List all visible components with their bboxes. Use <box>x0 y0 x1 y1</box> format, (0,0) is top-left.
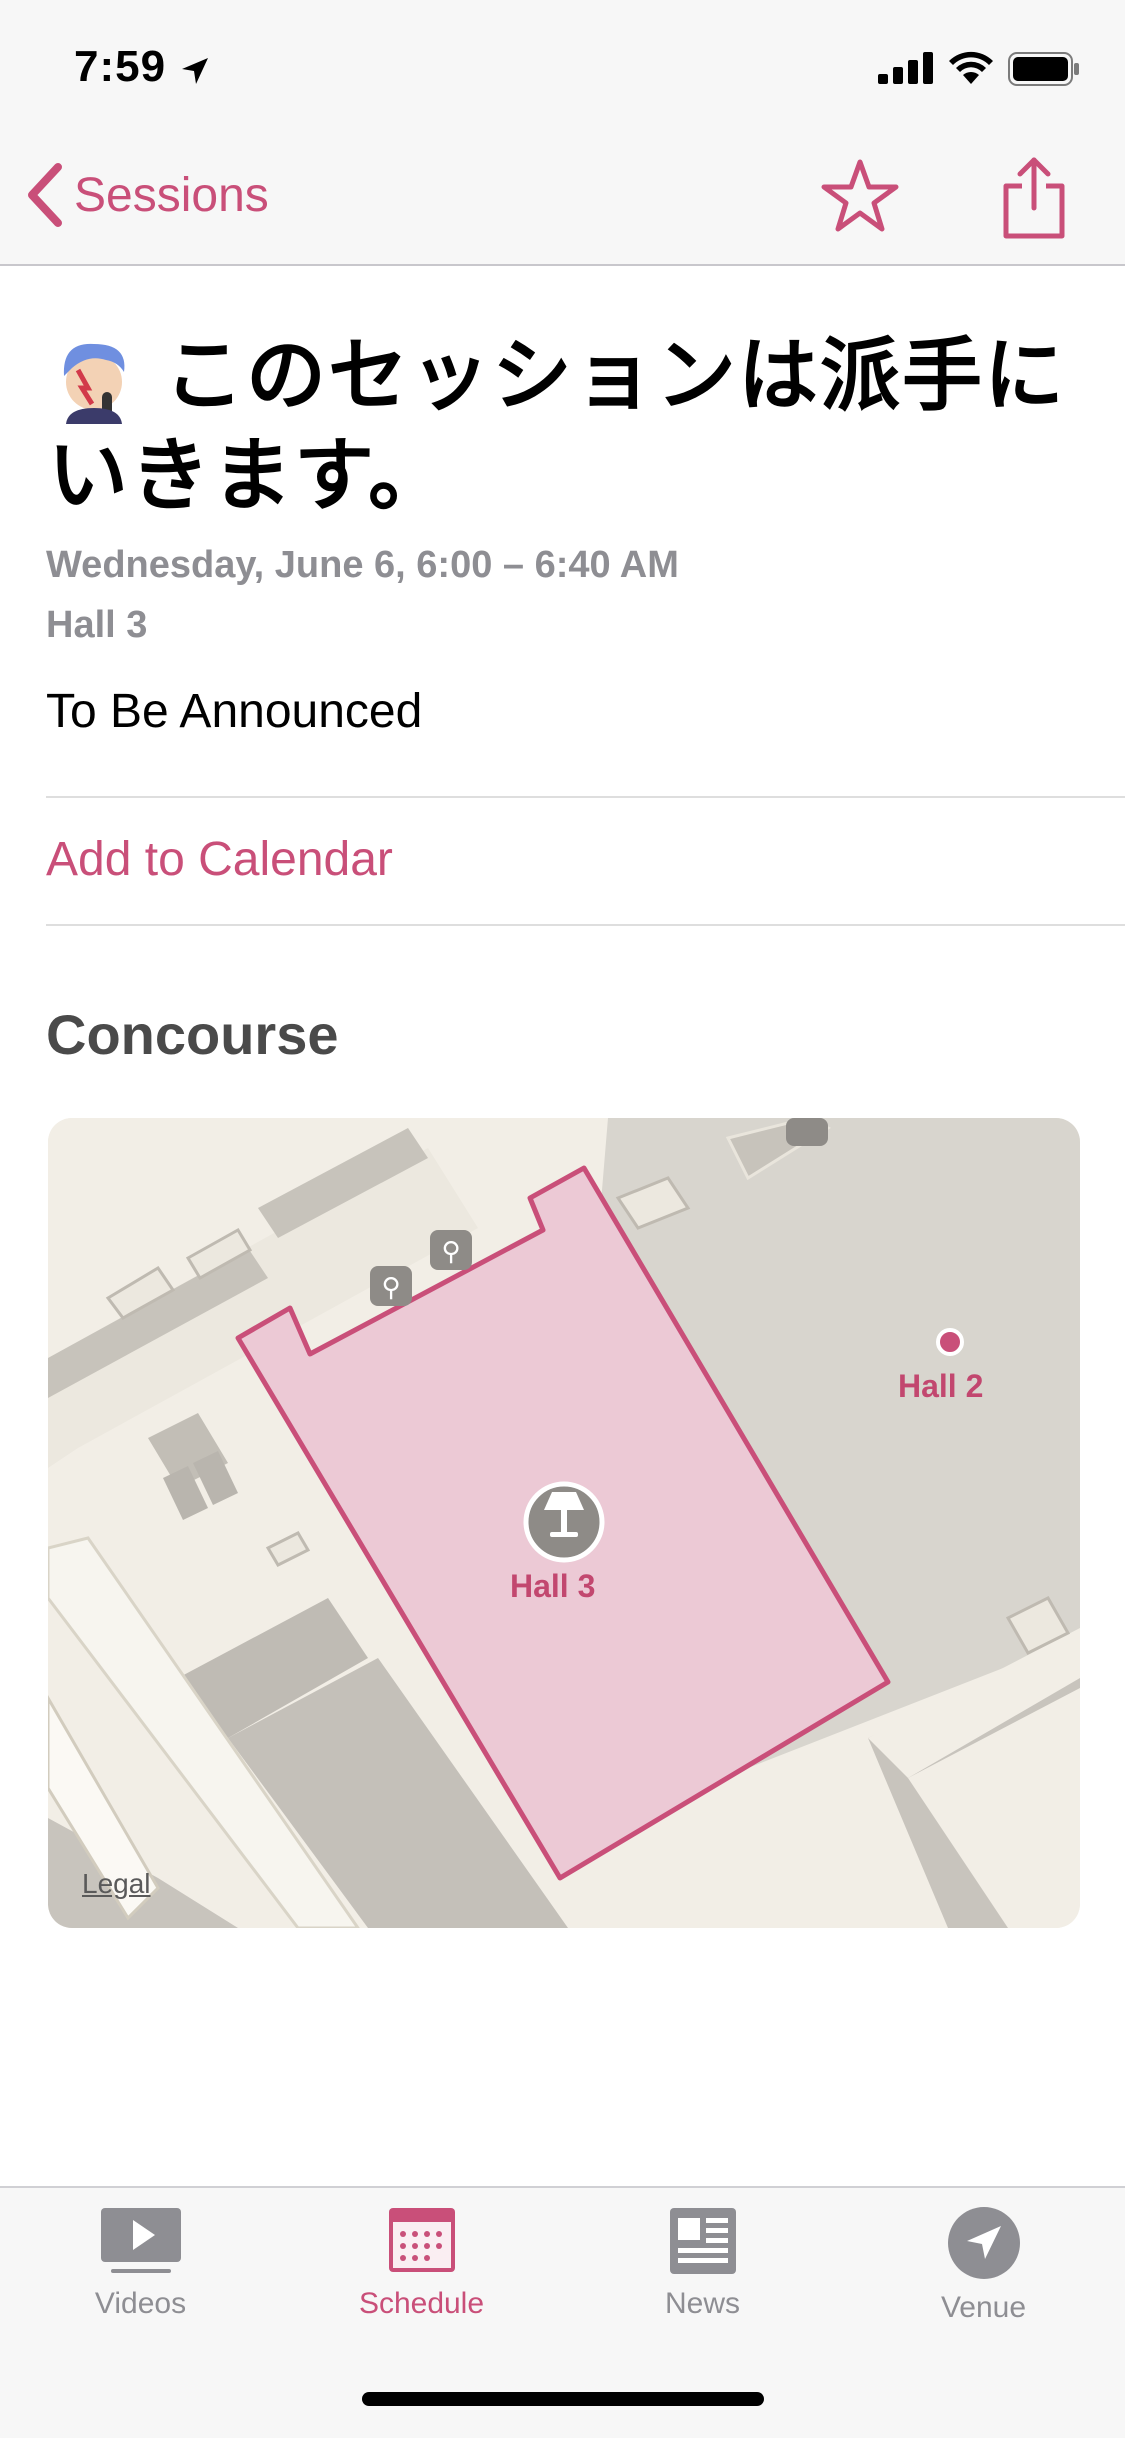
back-button[interactable]: Sessions <box>24 160 269 230</box>
favorite-star-icon[interactable] <box>820 156 900 236</box>
svg-text:⚲: ⚲ <box>381 1273 400 1303</box>
session-description: To Be Announced <box>46 685 423 738</box>
hall-3-label[interactable]: Hall 3 <box>510 1568 595 1605</box>
location-arrow-icon <box>947 2207 1020 2279</box>
hall-2-label[interactable]: Hall 2 <box>898 1368 983 1405</box>
restroom-icon: ⚲ <box>370 1266 412 1306</box>
status-time: 7:59 <box>74 42 167 91</box>
divider <box>46 796 1125 798</box>
restroom-icon: ⚲ <box>430 1230 472 1270</box>
news-icon <box>669 2208 736 2274</box>
tab-schedule-label: Schedule <box>358 2287 485 2320</box>
calendar-icon <box>388 2208 455 2272</box>
session-header: このセッションは派手にいきます。 <box>48 326 1088 526</box>
add-to-calendar-button[interactable]: Add to Calendar <box>46 832 393 887</box>
hall-marker-icon[interactable] <box>936 1328 964 1356</box>
singer-emoji-icon <box>63 343 125 424</box>
cellular-signal-icon <box>878 52 933 84</box>
tab-news-label: News <box>664 2287 740 2320</box>
map-legal-link[interactable]: Legal <box>82 1868 151 1900</box>
svg-text:⚲: ⚲ <box>441 1237 460 1267</box>
battery-icon <box>1008 52 1079 86</box>
tab-schedule[interactable]: Schedule <box>281 2206 562 2321</box>
tab-videos-label: Videos <box>94 2287 187 2320</box>
session-title: このセッションは派手にいきます。 <box>48 329 1066 522</box>
tab-venue-label: Venue <box>940 2291 1027 2324</box>
tab-news[interactable]: News <box>562 2206 843 2321</box>
venue-map[interactable]: ⚲ ⚲ Hall 3 Hall 2 Legal <box>48 1118 1080 1928</box>
tab-venue[interactable]: Venue <box>843 2206 1124 2325</box>
session-room: Hall 3 <box>46 604 148 646</box>
session-date-time: Wednesday, June 6, 6:00 – 6:40 AM <box>46 544 679 586</box>
share-icon[interactable] <box>998 156 1070 240</box>
home-indicator[interactable] <box>362 2392 764 2406</box>
tab-videos[interactable]: Videos <box>0 2206 281 2321</box>
chevron-left-icon <box>28 163 62 227</box>
wifi-icon <box>949 51 993 84</box>
restroom-icon <box>786 1118 828 1146</box>
divider <box>46 924 1125 926</box>
location-services-icon <box>182 58 208 84</box>
navigation-bar: 7:59 Sessions <box>0 0 1125 266</box>
back-button-label: Sessions <box>74 168 269 222</box>
map-section-title: Concourse <box>46 1003 339 1066</box>
video-icon <box>100 2208 181 2273</box>
map-floorplan: ⚲ ⚲ <box>48 1118 1080 1928</box>
hall-pin-icon[interactable] <box>523 1481 605 1563</box>
